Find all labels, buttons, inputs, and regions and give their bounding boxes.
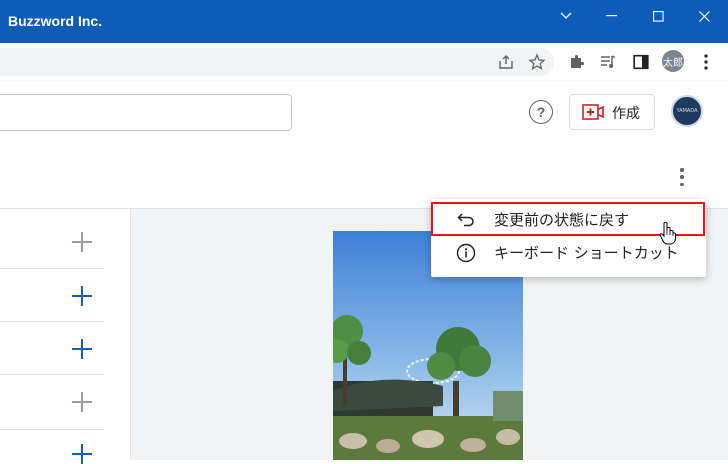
create-button[interactable]: 作成 — [569, 94, 655, 130]
window-titlebar: Buzzword Inc. — [0, 0, 728, 43]
list-item — [0, 430, 104, 464]
chevron-down-icon — [560, 12, 572, 19]
list-item — [0, 375, 104, 430]
hand-cursor-icon — [659, 221, 676, 245]
browser-menu-button[interactable] — [695, 51, 717, 73]
undo-icon — [457, 213, 474, 227]
account-avatar[interactable]: YAMADA — [671, 95, 703, 127]
maximize-button[interactable] — [635, 0, 681, 32]
address-bar[interactable] — [0, 48, 554, 76]
create-button-label: 作成 — [612, 106, 640, 122]
bookmark-button[interactable] — [526, 51, 548, 73]
more-vert-icon — [704, 54, 708, 70]
share-icon — [499, 55, 513, 69]
share-button[interactable] — [495, 51, 517, 73]
side-panel-icon — [633, 54, 649, 70]
browser-toolbar — [0, 43, 728, 82]
more-vert-icon — [680, 168, 684, 172]
maximize-icon — [652, 10, 664, 22]
profile-avatar[interactable]: 太郎 — [662, 50, 684, 72]
window-title: Buzzword Inc. — [8, 13, 103, 29]
tab-search-button[interactable] — [543, 0, 589, 32]
list-item — [0, 209, 104, 269]
help-button[interactable]: ? — [529, 100, 553, 124]
side-panel-button[interactable] — [630, 51, 652, 73]
video-add-icon — [582, 104, 604, 120]
plus-icon[interactable] — [72, 444, 92, 464]
star-icon — [528, 53, 546, 70]
search-input[interactable] — [0, 94, 292, 131]
more-options-button[interactable] — [672, 166, 692, 188]
list-item — [0, 322, 104, 375]
plus-icon[interactable] — [72, 232, 92, 252]
minimize-icon — [606, 15, 617, 17]
info-icon — [456, 243, 476, 263]
plus-icon[interactable] — [72, 339, 92, 359]
media-control-button[interactable] — [597, 51, 619, 73]
left-panel — [0, 209, 131, 464]
puzzle-icon — [571, 55, 584, 68]
close-icon — [698, 10, 710, 22]
extensions-button[interactable] — [566, 51, 588, 73]
minimize-button[interactable] — [589, 0, 635, 32]
close-button[interactable] — [681, 0, 727, 32]
menu-item-label: キーボード ショートカット — [494, 244, 679, 262]
menu-item-label: 変更前の状態に戻す — [494, 211, 630, 229]
plus-icon[interactable] — [72, 286, 92, 306]
list-item — [0, 269, 104, 322]
app-header: ? 作成 YAMADA — [0, 81, 728, 144]
playlist-icon — [601, 55, 616, 68]
plus-icon[interactable] — [72, 392, 92, 412]
